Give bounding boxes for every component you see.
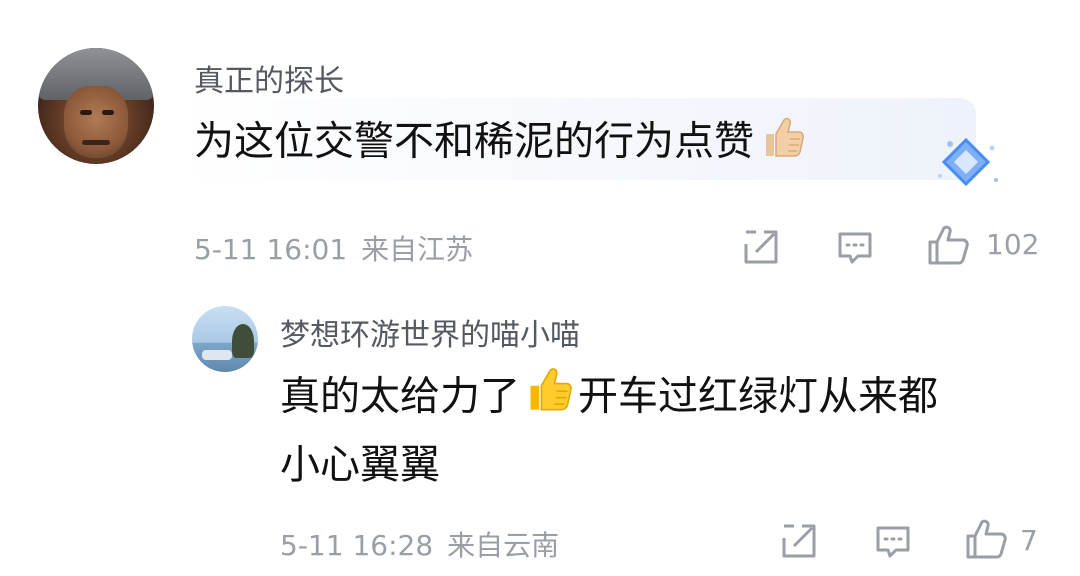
reply-username[interactable]: 梦想环游世界的喵小喵 bbox=[280, 310, 580, 354]
reply-text-line2: 小心翼翼 bbox=[280, 442, 440, 488]
thumbs-up-icon bbox=[760, 114, 806, 173]
share-icon[interactable] bbox=[780, 522, 818, 560]
reply-location: 来自云南 bbox=[447, 529, 560, 562]
avatar[interactable] bbox=[192, 306, 258, 372]
like-count: 7 bbox=[1020, 524, 1038, 557]
comment-meta: 5-11 16:01 来自江苏 bbox=[194, 228, 473, 268]
avatar-mouth bbox=[82, 140, 110, 145]
comment-location: 来自江苏 bbox=[361, 233, 474, 266]
reply-text-part: 真的太给力了 bbox=[280, 373, 520, 420]
reply-text-part: 开车过红绿灯从来都 bbox=[578, 373, 938, 420]
like-icon[interactable] bbox=[926, 224, 970, 266]
like-count: 102 bbox=[986, 228, 1040, 261]
comment-reply-icon[interactable] bbox=[836, 230, 874, 266]
thumbs-up-icon bbox=[524, 364, 574, 433]
reply-time: 5-11 16:28 bbox=[280, 529, 434, 562]
diamond-badge-icon bbox=[930, 130, 1002, 196]
avatar-face bbox=[64, 86, 128, 158]
reply-meta: 5-11 16:28 来自云南 bbox=[280, 524, 559, 564]
avatar-tree bbox=[232, 324, 254, 358]
share-icon[interactable] bbox=[742, 228, 780, 266]
avatar-eye bbox=[80, 110, 92, 115]
avatar-rock bbox=[202, 350, 232, 360]
like-icon[interactable] bbox=[964, 518, 1008, 560]
comment-text-content: 为这位交警不和稀泥的行为点赞 bbox=[194, 118, 754, 165]
comment-time: 5-11 16:01 bbox=[194, 233, 348, 266]
avatar-eye bbox=[102, 110, 114, 115]
reply-text: 真的太给力了 开车过红绿灯从来都 小心翼翼 bbox=[280, 364, 1060, 497]
comment-text: 为这位交警不和稀泥的行为点赞 bbox=[194, 114, 806, 173]
comment-username[interactable]: 真正的探长 bbox=[194, 56, 344, 100]
avatar[interactable] bbox=[38, 48, 154, 164]
comment-reply-icon[interactable] bbox=[874, 524, 912, 560]
reply-text-line1: 真的太给力了 开车过红绿灯从来都 bbox=[280, 364, 1060, 433]
